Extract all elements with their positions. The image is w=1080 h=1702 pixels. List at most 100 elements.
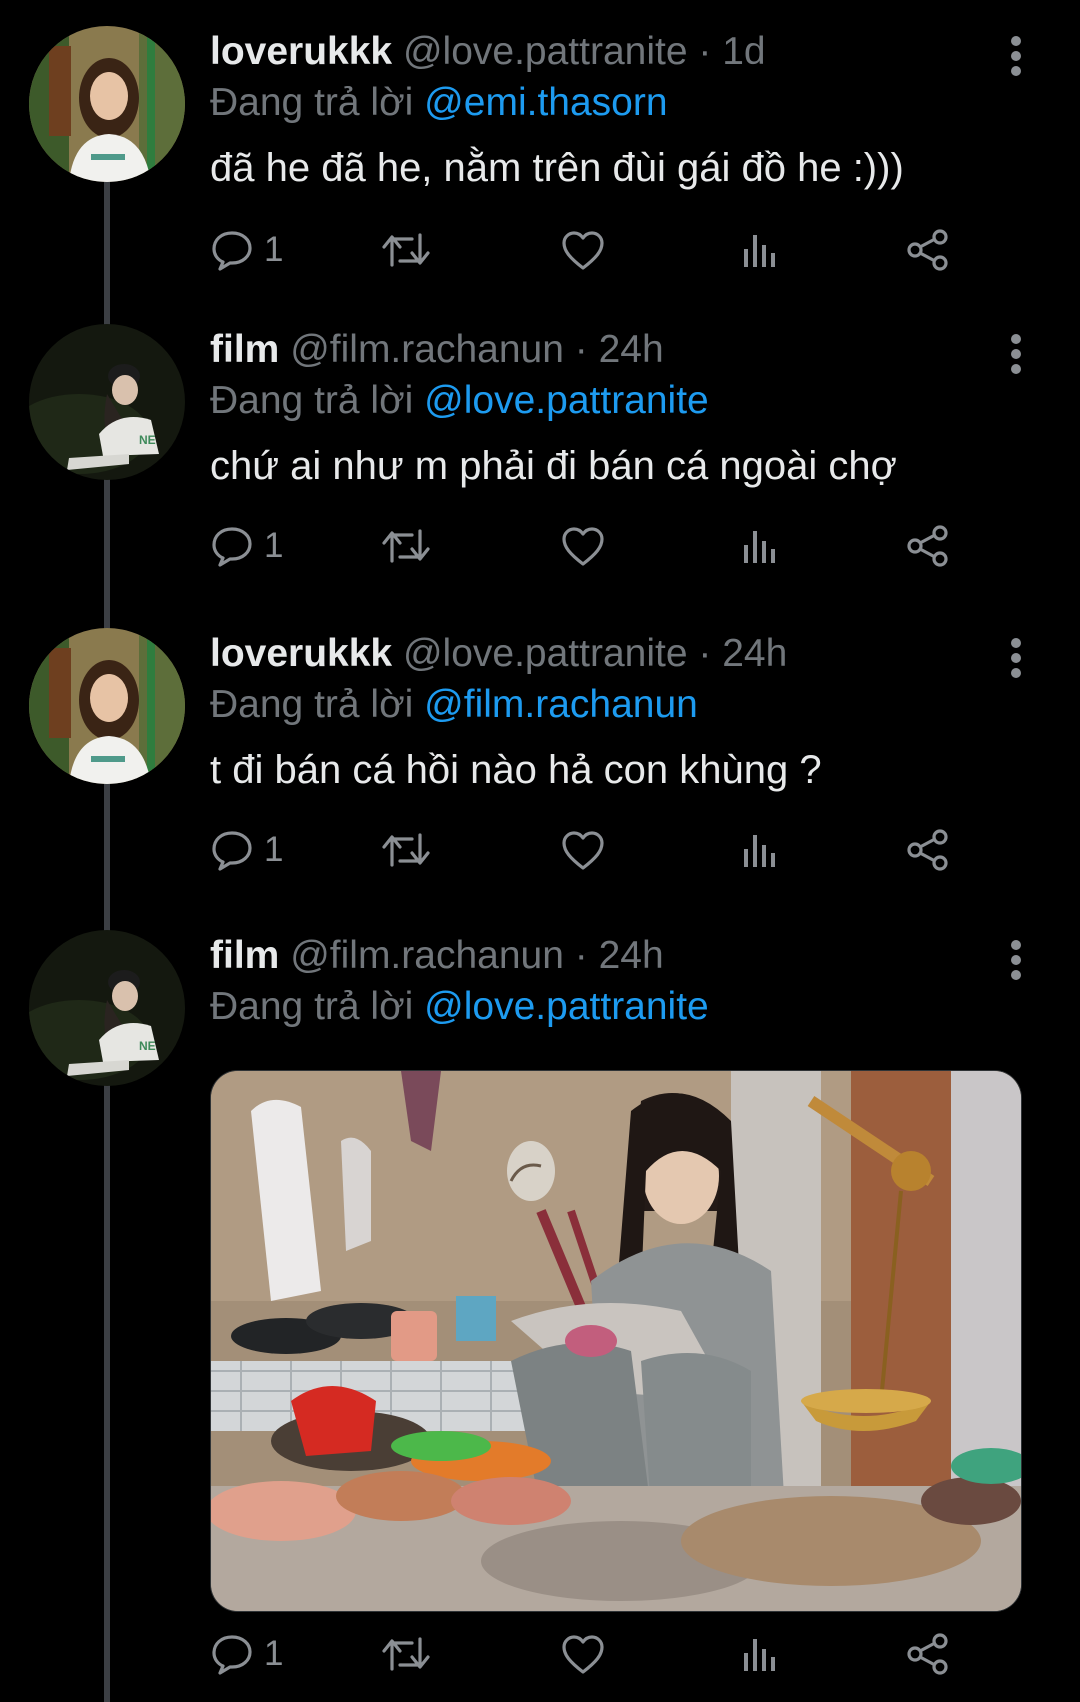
market-photo: [211, 1071, 1021, 1611]
vertical-ellipsis-icon: [1011, 638, 1021, 648]
views-button[interactable]: [740, 224, 780, 276]
retweet-button[interactable]: [380, 520, 432, 572]
heart-icon: [562, 231, 604, 270]
like-button[interactable]: [560, 224, 606, 276]
reply-count: 1: [264, 230, 284, 269]
share-nodes-icon: [907, 229, 948, 271]
share-button[interactable]: [905, 224, 951, 276]
heart-icon: [562, 831, 604, 870]
user-handle[interactable]: @love.pattranite: [403, 30, 688, 73]
separator-dot: ·: [574, 328, 588, 371]
replying-prefix: Đang trả lời: [210, 683, 414, 726]
share-nodes-icon: [907, 829, 948, 871]
user-handle[interactable]: @film.rachanun: [290, 328, 564, 371]
separator-dot: ·: [698, 632, 712, 675]
more-options-button[interactable]: [1010, 334, 1022, 374]
share-button[interactable]: [905, 824, 951, 876]
ellipsis-dot: [1011, 66, 1021, 76]
avatar-film[interactable]: NE: [29, 324, 185, 480]
heart-icon: [562, 1635, 604, 1674]
replying-to-mention[interactable]: @love.pattranite: [424, 379, 709, 422]
replying-prefix: Đang trả lời: [210, 985, 414, 1028]
avatar-loverukkk[interactable]: [29, 26, 185, 182]
separator-dot: ·: [574, 934, 588, 977]
reply-button[interactable]: 1: [210, 1628, 283, 1680]
like-button[interactable]: [560, 824, 606, 876]
replying-prefix: Đang trả lời: [210, 81, 414, 124]
like-button[interactable]: [560, 520, 606, 572]
tweet-text: t đi bán cá hồi nào hả con khùng ?: [210, 748, 822, 792]
retweet-button[interactable]: [380, 824, 432, 876]
vertical-ellipsis-icon: [1011, 36, 1021, 46]
views-button[interactable]: [740, 1628, 780, 1680]
user-handle[interactable]: @love.pattranite: [403, 632, 688, 675]
ellipsis-dot: [1011, 51, 1021, 61]
tweet-content: film @film.rachanun · 24h Đang trả lời @…: [210, 324, 1030, 494]
replying-to-line: Đang trả lời @film.rachanun: [210, 680, 1030, 730]
retweet-button[interactable]: [380, 1628, 432, 1680]
like-button[interactable]: [560, 1628, 606, 1680]
more-options-button[interactable]: [1010, 940, 1022, 980]
svg-text:NE: NE: [139, 433, 156, 447]
replying-to-mention[interactable]: @emi.thasorn: [424, 81, 667, 124]
vertical-ellipsis-icon: [1011, 940, 1021, 950]
retweet-arrows-icon: [382, 833, 430, 867]
share-nodes-icon: [907, 525, 948, 567]
timestamp[interactable]: 1d: [722, 30, 765, 73]
display-name[interactable]: film: [210, 328, 279, 371]
tweet-text: đã he đã he, nằm trên đùi gái đồ he :))): [210, 146, 904, 190]
display-name[interactable]: film: [210, 934, 279, 977]
share-button[interactable]: [905, 1628, 951, 1680]
display-name[interactable]: loverukkk: [210, 632, 392, 675]
ellipsis-dot: [1011, 668, 1021, 678]
tweet-header: loverukkk @love.pattranite · 1d: [210, 26, 1030, 78]
reply-count: 1: [264, 526, 284, 565]
tweet-actions: 1: [210, 520, 1010, 572]
bar-chart-icon: [744, 235, 775, 267]
bar-chart-icon: [744, 531, 775, 563]
retweet-arrows-icon: [382, 1637, 430, 1671]
retweet-button[interactable]: [380, 224, 432, 276]
tweet-actions: 1: [210, 824, 1010, 876]
avatar-photo-film: NE: [29, 930, 185, 1086]
timestamp[interactable]: 24h: [599, 934, 664, 977]
timestamp[interactable]: 24h: [599, 328, 664, 371]
ellipsis-dot: [1011, 653, 1021, 663]
tweet-media-photo[interactable]: [210, 1070, 1022, 1612]
tweet-text: chứ ai như m phải đi bán cá ngoài chợ: [210, 444, 897, 488]
share-button[interactable]: [905, 520, 951, 572]
vertical-ellipsis-icon: [1011, 334, 1021, 344]
replying-to-mention[interactable]: @film.rachanun: [424, 683, 698, 726]
replying-prefix: Đang trả lời: [210, 379, 414, 422]
avatar-photo-film: NE: [29, 324, 185, 480]
views-button[interactable]: [740, 520, 780, 572]
reply-thread: loverukkk @love.pattranite · 1d Đang trả…: [0, 0, 1080, 1702]
tweet-content: loverukkk @love.pattranite · 24h Đang tr…: [210, 628, 1030, 798]
speech-bubble-icon: [212, 1635, 252, 1675]
more-options-button[interactable]: [1010, 36, 1022, 76]
avatar-loverukkk[interactable]: [29, 628, 185, 784]
tweet-actions: 1: [210, 224, 1010, 276]
replying-to-mention[interactable]: @love.pattranite: [424, 985, 709, 1028]
ellipsis-dot: [1011, 349, 1021, 359]
bar-chart-icon: [744, 835, 775, 867]
tweet-header: loverukkk @love.pattranite · 24h: [210, 628, 1030, 680]
tweet-actions: 1: [210, 1628, 1010, 1680]
reply-count: 1: [264, 830, 284, 869]
timestamp[interactable]: 24h: [722, 632, 787, 675]
tweet-header: film @film.rachanun · 24h: [210, 324, 1030, 376]
replying-to-line: Đang trả lời @love.pattranite: [210, 982, 1030, 1032]
bar-chart-icon: [744, 1639, 775, 1671]
reply-button[interactable]: 1: [210, 520, 283, 572]
speech-bubble-icon: [212, 527, 252, 567]
svg-text:NE: NE: [139, 1039, 156, 1053]
avatar-film[interactable]: NE: [29, 930, 185, 1086]
tweet-content: film @film.rachanun · 24h Đang trả lời @…: [210, 930, 1030, 1032]
reply-button[interactable]: 1: [210, 824, 283, 876]
display-name[interactable]: loverukkk: [210, 30, 392, 73]
more-options-button[interactable]: [1010, 638, 1022, 678]
retweet-arrows-icon: [382, 529, 430, 563]
views-button[interactable]: [740, 824, 780, 876]
reply-button[interactable]: 1: [210, 224, 283, 276]
user-handle[interactable]: @film.rachanun: [290, 934, 564, 977]
